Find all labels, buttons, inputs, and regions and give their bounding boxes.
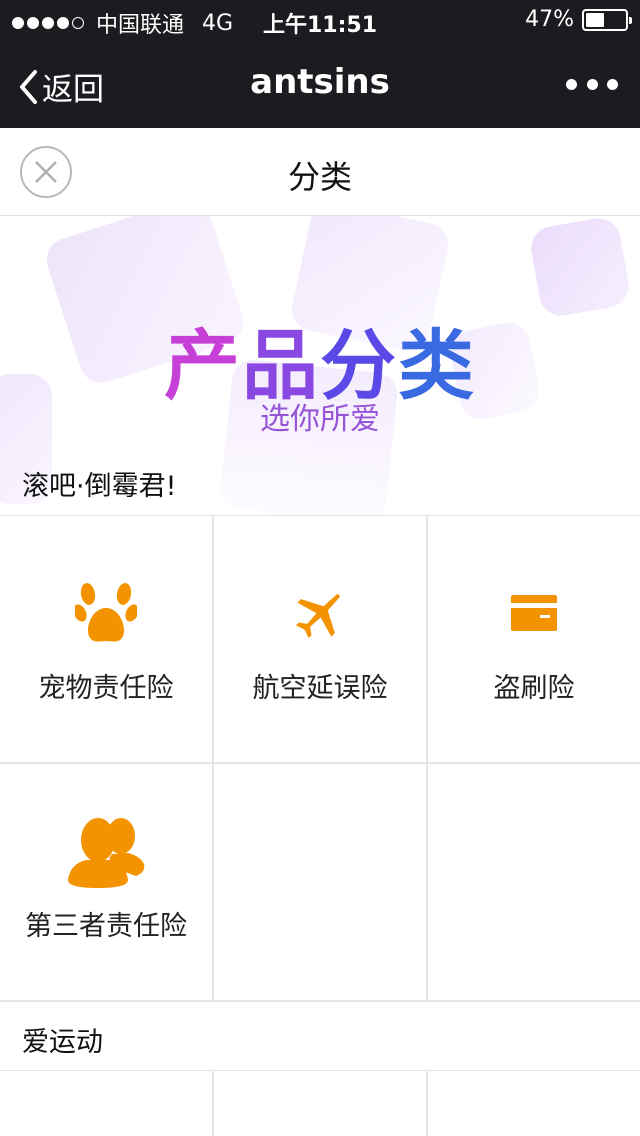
banner-subtitle: 选你所爱 — [260, 402, 380, 437]
battery-icon — [582, 8, 632, 31]
empty-cell — [214, 764, 428, 1002]
empty-cell — [428, 764, 640, 1002]
chevron-left-icon — [20, 69, 37, 104]
more-dots-icon — [566, 78, 577, 90]
product-item[interactable]: 航空延误险 — [214, 516, 428, 764]
product-label: 航空延误险 — [252, 673, 388, 704]
product-item[interactable]: 第三者责任险 — [0, 764, 214, 1002]
status-right: 47% — [525, 7, 632, 32]
airplane-icon — [214, 586, 426, 642]
page-title: 分类 — [287, 158, 352, 196]
product-label: 宠物责任险 — [38, 673, 174, 704]
product-label: 盗刷险 — [493, 673, 575, 704]
empty-cell — [428, 1071, 640, 1136]
battery-percentage: 47% — [525, 7, 574, 32]
page-header: 分类 — [0, 128, 640, 216]
product-grid: 宠物责任险 航空延误险 盗刷险 第三者责任险 — [0, 515, 640, 1002]
product-label: 第三者责任险 — [25, 911, 187, 942]
category-banner: 产品分类 选你所爱 滚吧·倒霉君! — [0, 216, 640, 516]
users-icon — [0, 814, 212, 890]
empty-cell — [0, 1071, 214, 1136]
empty-cell — [214, 1071, 428, 1136]
product-grid — [0, 1070, 640, 1136]
nav-bar: 返回 antsins — [0, 40, 640, 128]
credit-card-icon — [428, 594, 640, 632]
product-item[interactable]: 盗刷险 — [428, 516, 640, 764]
more-menu-button[interactable] — [566, 72, 618, 96]
status-bar: 中国联通 4G 上午11:51 47% — [0, 0, 640, 40]
paw-icon — [0, 578, 212, 646]
back-button[interactable]: 返回 — [18, 64, 104, 109]
product-item[interactable]: 宠物责任险 — [0, 516, 214, 764]
section-title: 滚吧·倒霉君! — [22, 471, 177, 502]
section-title: 爱运动 — [22, 1027, 103, 1058]
back-label: 返回 — [42, 72, 104, 108]
